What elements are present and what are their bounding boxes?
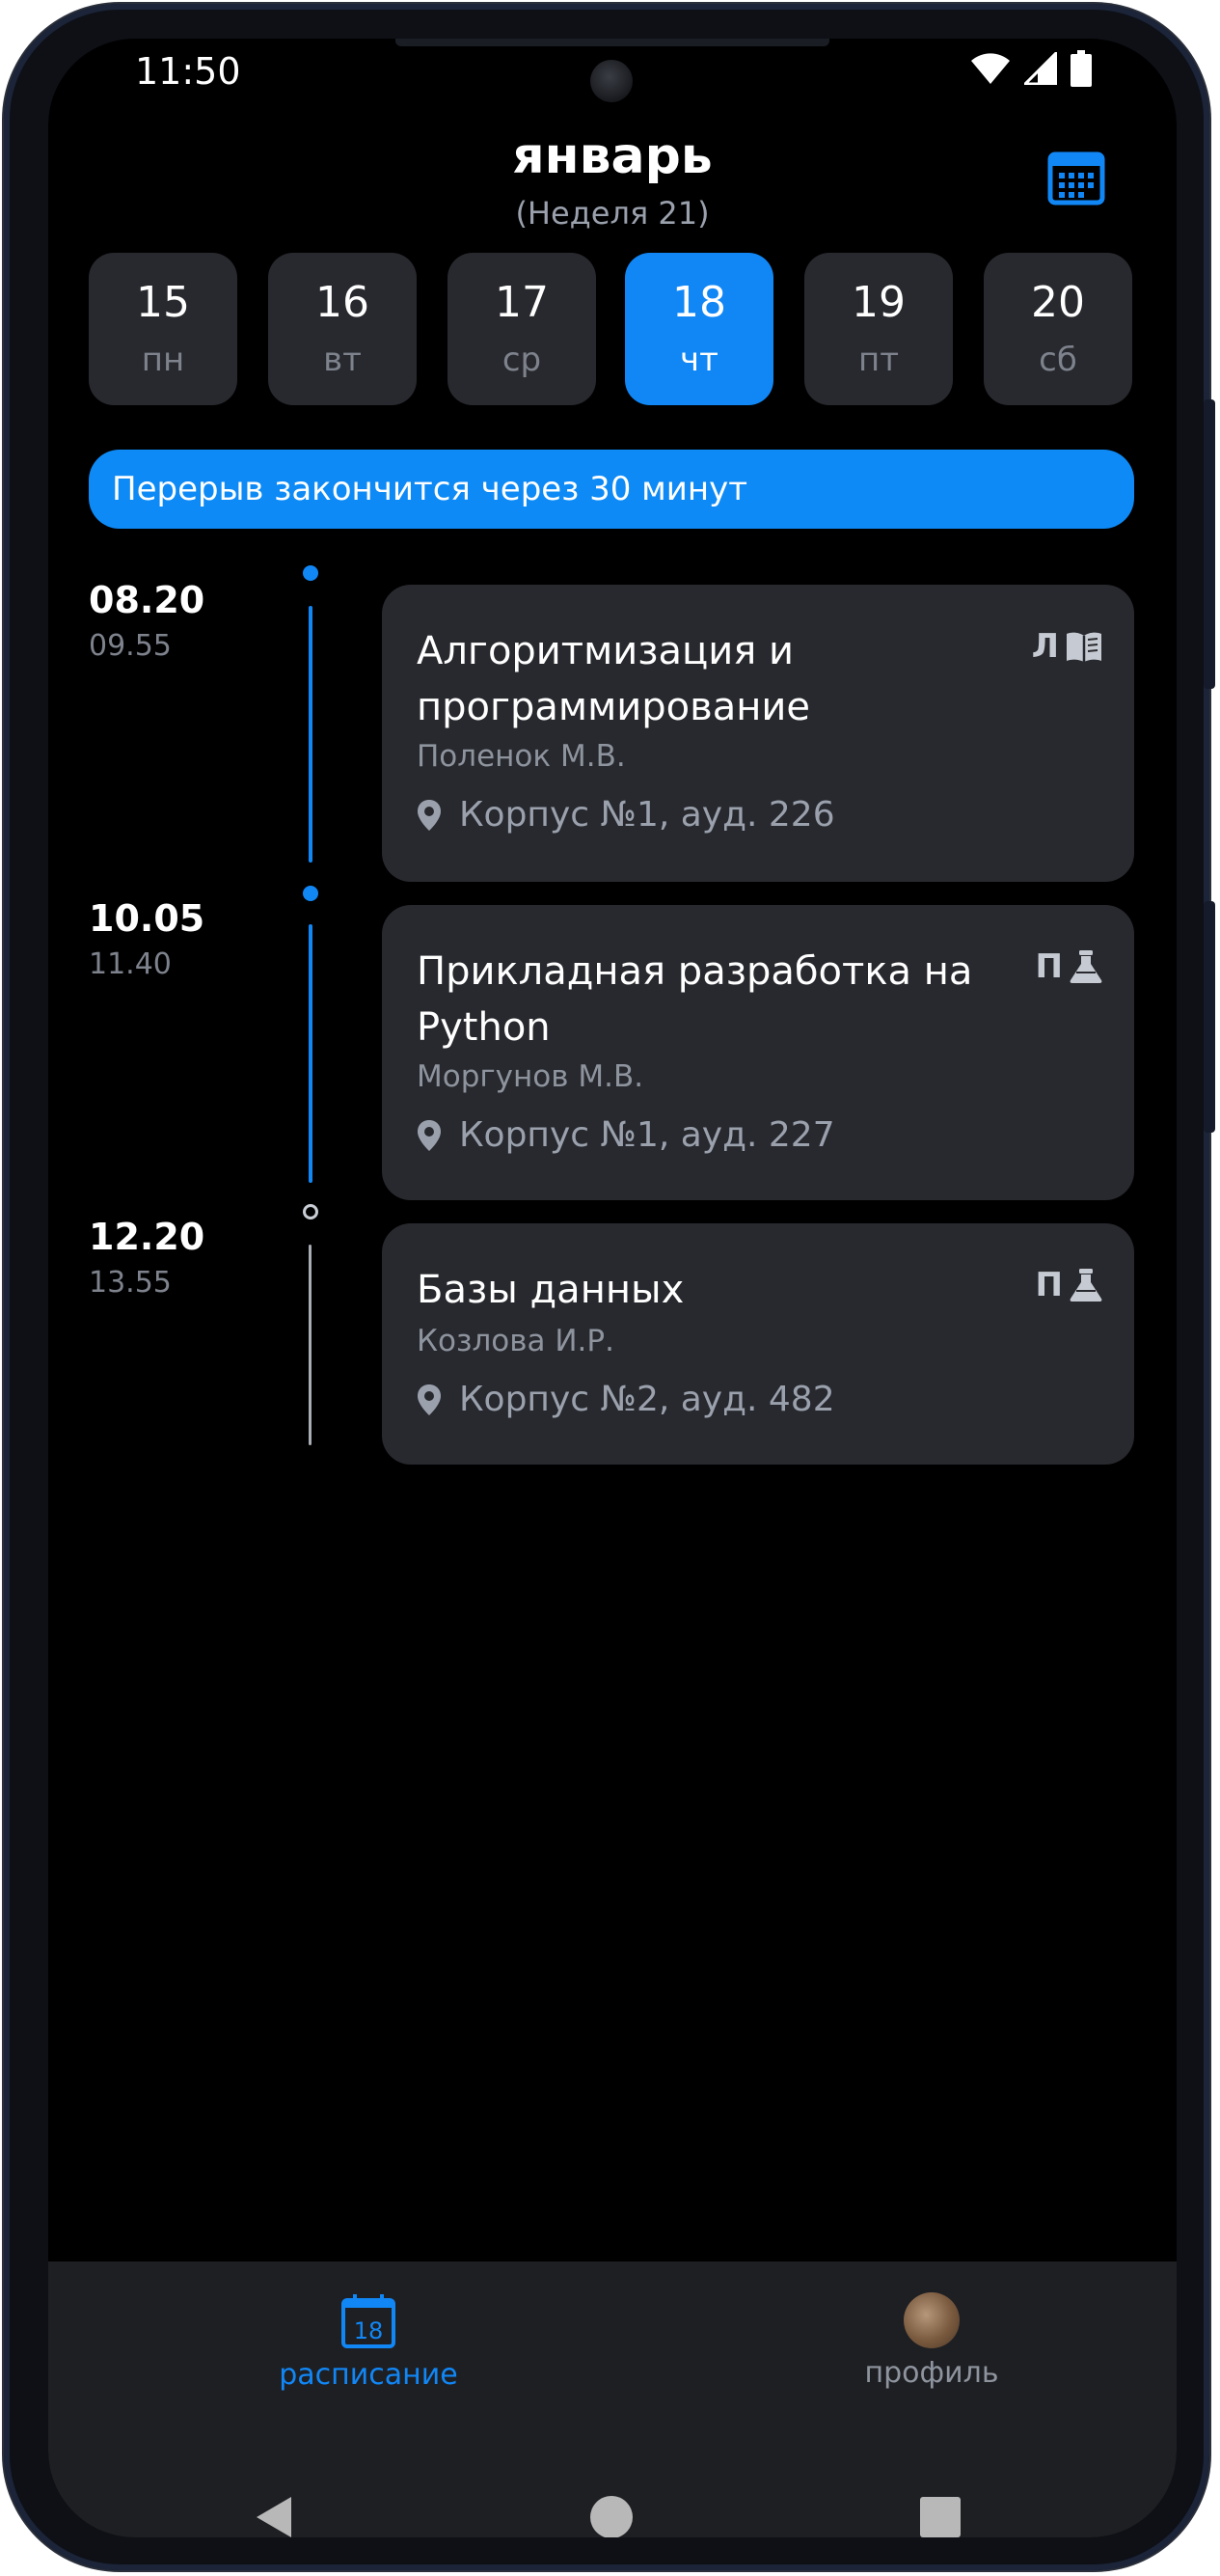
lesson-type-letter: П [1035,947,1063,986]
day-number: 15 [136,278,190,327]
timeline-line [309,924,312,1183]
location-pin-icon [418,1119,441,1151]
day-weekday: сб [1039,341,1077,379]
flask-icon [1070,1269,1102,1302]
day-weekday: пн [141,341,185,379]
earpiece [395,39,829,46]
week-label: (Неделя 21) [515,195,710,232]
lesson-room: Корпус №1, ауд. 226 [417,795,835,835]
nav-profile[interactable]: профиль [816,2292,1047,2390]
timeline-line [309,606,312,863]
lesson-type-letter: Л [1031,627,1059,666]
lesson-teacher: Поленок М.В. [417,739,626,774]
lesson-end-time: 11.40 [89,947,172,981]
front-camera [590,60,633,102]
status-icons [970,50,1092,87]
day-weekday: пт [857,341,900,379]
day-number: 17 [495,278,549,327]
lesson-room-text: Корпус №2, ауд. 482 [459,1380,835,1419]
day-weekday: чт [680,341,718,379]
calendar-day-icon: 18 [341,2294,395,2348]
lesson-end-time: 09.55 [89,629,172,663]
day-chip-selected[interactable]: 18 чт [625,253,773,405]
lesson-type: Л [1032,627,1103,666]
screen: 11:50 январь (Неделя 21) 15 пн 16 вт 17 … [48,39,1177,2537]
flask-icon [1070,950,1102,983]
lesson-type-letter: П [1035,1266,1063,1304]
back-icon[interactable] [253,2495,297,2537]
lesson-room: Корпус №1, ауд. 227 [417,1115,835,1155]
calendar-grid-icon [1047,151,1105,206]
lesson-title: Алгоритмизация и программирование [417,629,810,729]
day-number: 16 [315,278,369,327]
day-number: 19 [852,278,906,327]
recent-apps-icon[interactable] [918,2495,962,2537]
battery-icon [1071,50,1092,87]
lesson-title: Базы данных [417,1268,685,1312]
avatar [904,2292,960,2348]
nav-profile-label: профиль [864,2356,999,2390]
calendar-day-number: 18 [354,2317,384,2344]
lesson-card[interactable]: Базы данных П Козлова И.Р. Корпус №2, ау… [382,1223,1134,1465]
day-number: 18 [672,278,726,327]
month-title[interactable]: январь [48,127,1177,185]
timeline-line-upcoming [309,1245,312,1445]
timeline-dot-upcoming [303,1204,318,1219]
day-number: 20 [1031,278,1085,327]
lesson-start-time: 12.20 [89,1216,205,1258]
lesson-card[interactable]: Алгоритмизация и программирование Л Поле… [382,585,1134,882]
lesson-teacher: Козлова И.Р. [417,1324,614,1358]
signal-icon [1024,52,1057,85]
day-chip[interactable]: 16 вт [268,253,417,405]
lesson-room-text: Корпус №1, ауд. 227 [459,1115,835,1155]
calendar-button[interactable] [1047,149,1105,206]
lesson-room-text: Корпус №1, ауд. 226 [459,795,835,835]
day-chip[interactable]: 19 пт [804,253,953,405]
day-weekday: ср [502,341,542,379]
location-pin-icon [418,1384,441,1415]
nav-schedule-label: расписание [279,2358,458,2392]
lesson-title: Прикладная разработка на Python [417,949,973,1050]
lesson-type: П [1036,1266,1103,1304]
timeline-dot [303,886,318,901]
day-chip[interactable]: 17 ср [447,253,596,405]
lesson-start-time: 08.20 [89,579,205,621]
status-time: 11:50 [135,50,241,93]
lesson-teacher: Моргунов М.В. [417,1059,644,1094]
day-weekday: вт [323,341,362,379]
location-pin-icon [418,799,441,831]
lesson-room: Корпус №2, ауд. 482 [417,1380,835,1419]
timeline-dot [303,565,318,581]
day-chip[interactable]: 20 сб [984,253,1132,405]
lesson-card[interactable]: Прикладная разработка на Python П Моргун… [382,905,1134,1200]
home-icon[interactable] [589,2495,634,2537]
power-button [1204,901,1215,1133]
break-banner: Перерыв закончится через 30 минут [89,450,1134,529]
phone-frame: 11:50 январь (Неделя 21) 15 пн 16 вт 17 … [4,4,1215,2570]
book-icon [1067,632,1101,662]
lesson-end-time: 13.55 [89,1266,172,1300]
lesson-type: П [1036,947,1103,986]
lesson-start-time: 10.05 [89,897,205,940]
nav-schedule[interactable]: 18 расписание [253,2292,484,2392]
volume-button [1204,399,1215,689]
day-chip[interactable]: 15 пн [89,253,237,405]
wifi-icon [971,53,1010,84]
